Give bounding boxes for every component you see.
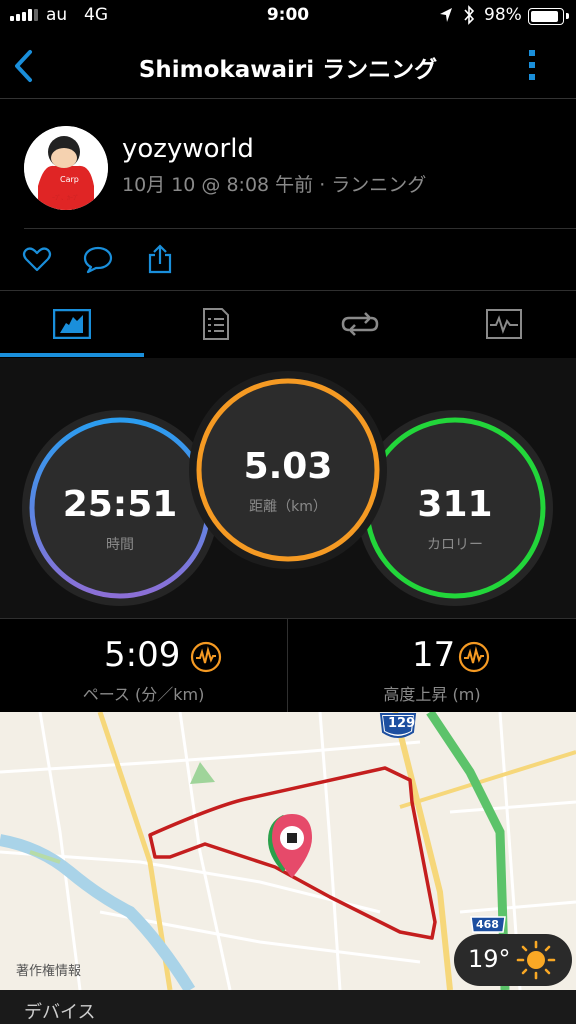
active-tab-indicator [0, 353, 144, 357]
tab-bar [0, 290, 576, 359]
road-label-468: 468 [476, 918, 499, 931]
map-credit-link[interactable]: 著作権情報 [16, 960, 81, 979]
elevation-label: 高度上昇 (m) [383, 685, 481, 704]
location-icon [440, 8, 452, 22]
elevation-stat[interactable]: 17 高度上昇 (m) [288, 619, 576, 712]
distance-label: 距離（km） [249, 499, 327, 515]
pace-label: ペース (分／km) [82, 685, 205, 704]
share-icon[interactable] [146, 244, 174, 274]
sun-icon [516, 940, 556, 980]
distance-value: 5.03 [243, 446, 333, 487]
battery-icon [528, 8, 564, 25]
tab-laps[interactable] [288, 291, 432, 357]
road-label-129: 129 [388, 716, 416, 731]
elevation-value: 17 [412, 635, 456, 675]
tab-charts[interactable] [432, 291, 576, 357]
pace-chart-icon [190, 641, 222, 673]
devices-section-label: デバイス [24, 1002, 96, 1023]
more-vertical-icon[interactable] [524, 48, 540, 82]
distance-stat: 5.03 距離（km） [188, 370, 388, 570]
battery-percent: 98% [484, 5, 522, 25]
bluetooth-icon [464, 5, 475, 25]
tab-overview[interactable] [0, 291, 144, 357]
weather-badge[interactable]: 19° [454, 934, 572, 986]
weather-temp: 19° [468, 945, 511, 973]
devices-section: デバイス [0, 990, 576, 1024]
chart-icon [486, 309, 522, 339]
tab-details[interactable] [144, 291, 288, 357]
svg-text:ｰﾌﾟ、ｶｰﾌﾟ: ｰﾌﾟ、ｶｰﾌﾟ [52, 195, 79, 202]
pace-stat[interactable]: 5:09 ペース (分／km) [0, 619, 287, 712]
username[interactable]: yozyworld [122, 134, 254, 164]
heart-icon[interactable] [22, 244, 52, 274]
stats-panel: 25:51 時間 311 カロリー 5.03 距離（km） [0, 358, 576, 618]
avatar-image: Carp ｰﾌﾟ、ｶｰﾌﾟ [24, 126, 108, 210]
elevation-chart-icon [458, 641, 490, 673]
avatar[interactable]: Carp ｰﾌﾟ、ｶｰﾌﾟ [24, 126, 108, 210]
status-bar: au 4G 9:00 98% [0, 0, 576, 32]
nav-bar: Shimokawairi ランニング [0, 32, 576, 99]
activity-meta: 10月 10 @ 8:08 午前 · ランニング [122, 174, 427, 196]
laps-icon [341, 312, 379, 336]
comment-icon[interactable] [82, 244, 114, 274]
svg-text:Carp: Carp [60, 175, 79, 184]
page-title: Shimokawairi ランニング [138, 57, 438, 83]
overview-icon [53, 309, 91, 339]
pace-value: 5:09 [104, 635, 181, 675]
details-icon [203, 308, 229, 340]
